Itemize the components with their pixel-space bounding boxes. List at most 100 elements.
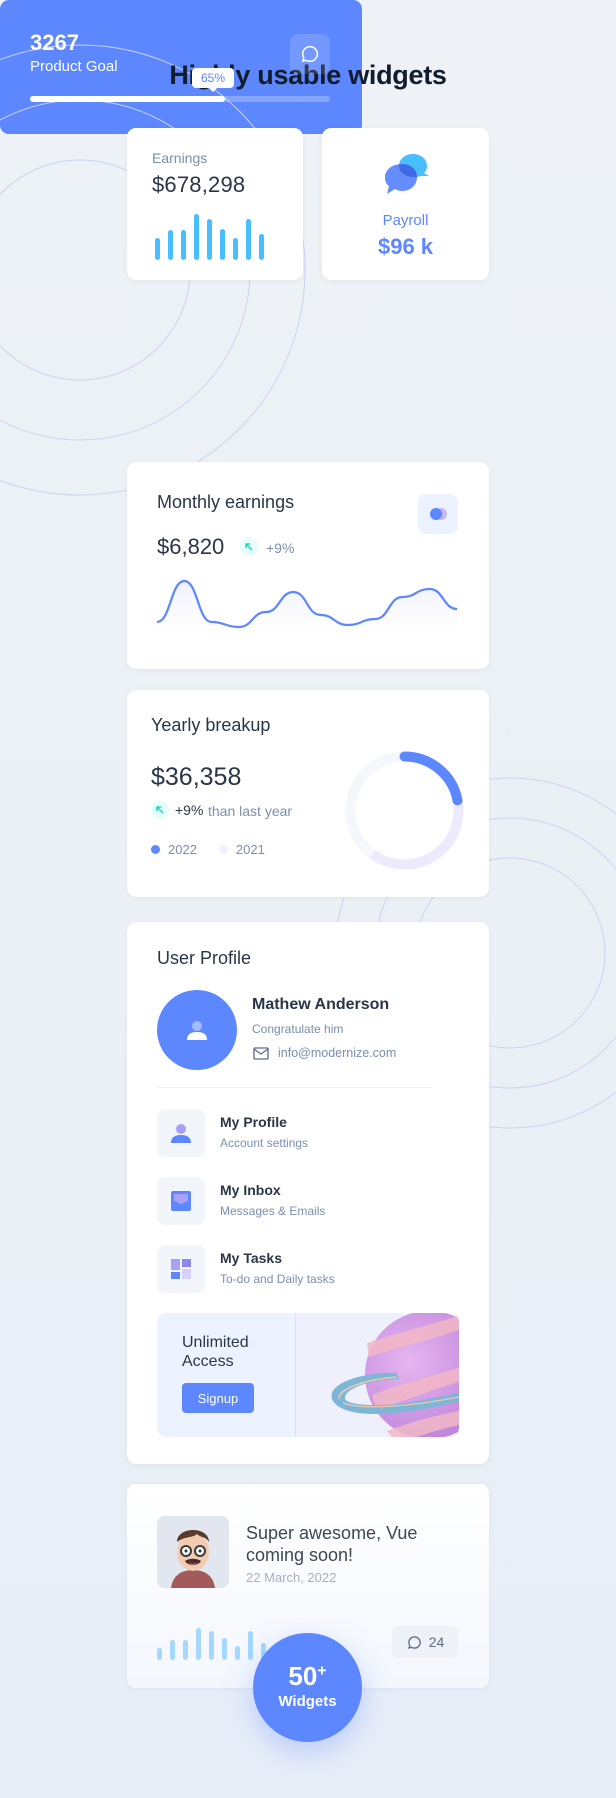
bar bbox=[220, 229, 225, 260]
currency-toggle-button[interactable] bbox=[418, 494, 458, 534]
badge-number-value: 50 bbox=[288, 1661, 318, 1691]
arrow-up-left-icon bbox=[156, 806, 164, 814]
bar bbox=[168, 230, 173, 260]
user-email[interactable]: info@modernize.com bbox=[278, 1046, 396, 1060]
user-icon bbox=[171, 1124, 191, 1143]
yearly-breakup-card: Yearly breakup $36,358 +9% than last yea… bbox=[127, 690, 489, 897]
bar bbox=[181, 230, 186, 260]
menu-item-subtitle: To-do and Daily tasks bbox=[220, 1272, 335, 1286]
avatar bbox=[157, 990, 237, 1070]
chat-bubbles-icon bbox=[385, 154, 429, 194]
menu-item-title: My Tasks bbox=[220, 1250, 282, 1266]
payroll-card: Payroll $96 k bbox=[322, 128, 489, 280]
menu-item-my-profile[interactable]: My Profile Account settings bbox=[157, 1109, 457, 1157]
legend-item-2022: 2022 bbox=[151, 842, 197, 857]
legend-dot bbox=[151, 845, 160, 854]
monthly-earnings-value: $6,820 bbox=[157, 534, 225, 559]
user-subtitle: Congratulate him bbox=[252, 1022, 344, 1036]
monthly-earnings-sparkline bbox=[157, 579, 457, 647]
badge-suffix: + bbox=[317, 1662, 327, 1680]
arrow-up-left-icon bbox=[245, 543, 253, 551]
menu-item-title: My Profile bbox=[220, 1114, 287, 1130]
legend-dot bbox=[218, 845, 228, 854]
bar bbox=[183, 1640, 188, 1660]
menu-icon-box bbox=[157, 1177, 205, 1225]
author-avatar bbox=[157, 1516, 229, 1588]
bar bbox=[196, 1628, 201, 1660]
yearly-breakup-title: Yearly breakup bbox=[151, 715, 271, 735]
mail-icon bbox=[253, 1047, 269, 1060]
menu-item-subtitle: Messages & Emails bbox=[220, 1204, 326, 1218]
bar bbox=[248, 1631, 253, 1660]
earnings-bar-chart bbox=[155, 212, 275, 260]
product-goal-progress bbox=[30, 96, 330, 102]
blog-bar-chart bbox=[157, 1624, 267, 1660]
inbox-icon bbox=[171, 1191, 191, 1211]
yearly-breakup-value: $36,358 bbox=[151, 763, 242, 791]
monthly-earnings-title: Monthly earnings bbox=[157, 492, 295, 512]
trend-up-badge bbox=[151, 801, 169, 819]
divider bbox=[157, 1087, 432, 1088]
menu-item-my-inbox[interactable]: My Inbox Messages & Emails bbox=[157, 1177, 457, 1225]
payroll-label: Payroll bbox=[382, 212, 429, 229]
menu-icon-box bbox=[157, 1245, 205, 1293]
widgets-count-badge: 50+ Widgets bbox=[253, 1633, 362, 1742]
avatar-illustration bbox=[157, 1516, 229, 1588]
yearly-legend: 2022 2021 bbox=[151, 842, 265, 857]
monthly-earnings-change: +9% bbox=[266, 540, 295, 556]
legend-label: 2022 bbox=[168, 842, 197, 857]
progress-fill bbox=[30, 96, 225, 102]
blog-headline[interactable]: Super awesome, Vue coming soon! bbox=[246, 1522, 446, 1566]
user-profile-title: User Profile bbox=[157, 948, 252, 968]
yearly-donut-chart bbox=[345, 751, 464, 870]
donut-segment-2022 bbox=[399, 751, 463, 806]
blog-date: 22 March, 2022 bbox=[246, 1570, 337, 1585]
bar bbox=[235, 1646, 240, 1660]
legend-item-2021: 2021 bbox=[218, 842, 265, 857]
product-goal-value: 3267 bbox=[30, 30, 79, 55]
earnings-value: $678,298 bbox=[152, 172, 246, 197]
earnings-label: Earnings bbox=[152, 150, 208, 166]
bar bbox=[194, 214, 199, 260]
trend-up-badge bbox=[240, 538, 258, 556]
payroll-value: $96 k bbox=[377, 234, 434, 259]
banner-divider bbox=[295, 1313, 296, 1437]
bar bbox=[155, 238, 160, 260]
bar bbox=[170, 1640, 175, 1660]
toggle-dots-icon bbox=[430, 508, 447, 520]
menu-item-title: My Inbox bbox=[220, 1182, 281, 1198]
signup-button[interactable]: Signup bbox=[182, 1383, 254, 1413]
user-name: Mathew Anderson bbox=[252, 996, 390, 1013]
bar bbox=[233, 238, 238, 260]
progress-label: 65% bbox=[192, 68, 234, 92]
tasks-icon bbox=[171, 1259, 191, 1279]
monthly-earnings-card: Monthly earnings $6,820 +9% bbox=[127, 462, 489, 669]
comment-count: 24 bbox=[428, 1634, 445, 1650]
bar bbox=[259, 234, 264, 260]
legend-label: 2021 bbox=[235, 842, 265, 857]
bar bbox=[222, 1638, 227, 1660]
product-goal-label: Product Goal bbox=[30, 58, 118, 75]
menu-item-my-tasks[interactable]: My Tasks To-do and Daily tasks bbox=[157, 1245, 457, 1293]
comments-button[interactable]: 24 bbox=[392, 1626, 458, 1658]
donut-segment-other bbox=[345, 751, 405, 859]
menu-item-subtitle: Account settings bbox=[220, 1136, 309, 1150]
chat-icon bbox=[301, 45, 319, 63]
yearly-breakup-change-suffix: than last year bbox=[208, 803, 293, 819]
badge-number: 50+ bbox=[253, 1661, 362, 1692]
bar bbox=[209, 1631, 214, 1660]
yearly-breakup-change: +9% bbox=[175, 802, 204, 818]
bar bbox=[207, 219, 212, 260]
banner-headline: Unlimited Access bbox=[182, 1334, 249, 1370]
bar bbox=[246, 219, 251, 260]
donut-segment-2021 bbox=[369, 799, 464, 870]
menu-icon-box bbox=[157, 1109, 205, 1157]
badge-label: Widgets bbox=[278, 1693, 337, 1710]
earnings-card: Earnings $678,298 bbox=[127, 128, 303, 280]
user-icon bbox=[187, 1021, 207, 1040]
unlimited-access-banner: Unlimited Access Signup bbox=[157, 1313, 459, 1437]
planet-illustration bbox=[331, 1313, 459, 1437]
chat-button[interactable] bbox=[290, 34, 330, 74]
bar bbox=[157, 1648, 162, 1660]
comment-icon bbox=[407, 1635, 421, 1649]
